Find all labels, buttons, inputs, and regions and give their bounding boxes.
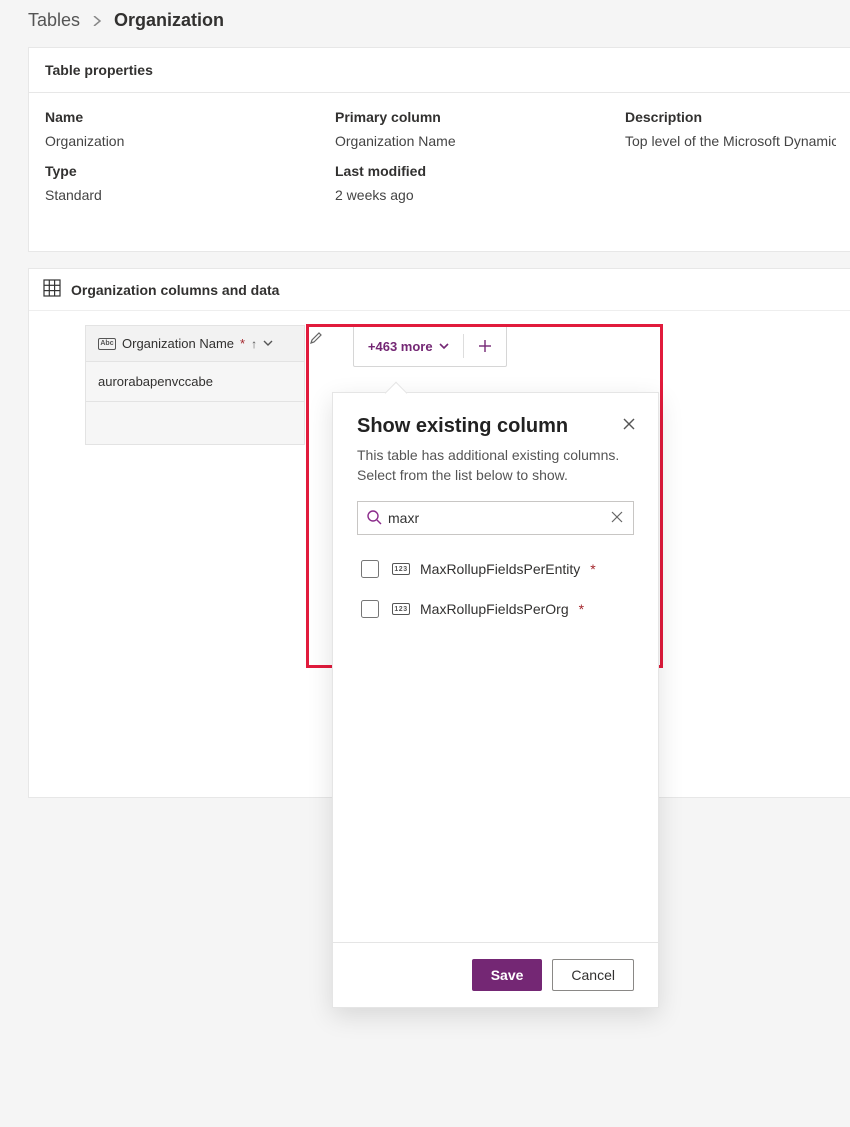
flyout-title: Show existing column — [357, 415, 634, 438]
data-section-title: Organization columns and data — [71, 282, 279, 298]
number-type-icon: 123 — [392, 563, 410, 575]
value-name: Organization — [45, 133, 275, 149]
table-row-empty[interactable] — [85, 401, 305, 445]
breadcrumb: Tables Organization — [28, 10, 850, 31]
column-option-label: MaxRollupFieldsPerEntity — [420, 561, 580, 577]
edit-icon[interactable] — [309, 332, 323, 348]
close-icon — [611, 511, 623, 523]
save-button[interactable]: Save — [472, 959, 543, 991]
table-row[interactable]: aurorabapenvccabe — [85, 361, 305, 401]
column-option[interactable]: 123 MaxRollupFieldsPerOrg * — [357, 589, 634, 629]
clear-search-button[interactable] — [609, 509, 625, 528]
label-last-modified: Last modified — [335, 163, 565, 179]
value-last-modified: 2 weeks ago — [335, 187, 565, 203]
search-icon — [366, 509, 382, 528]
breadcrumb-current: Organization — [114, 10, 224, 31]
chevron-right-icon — [92, 13, 102, 29]
more-columns-label: +463 more — [368, 339, 433, 354]
show-existing-column-flyout: Show existing column This table has addi… — [332, 392, 659, 1008]
column-checkbox[interactable] — [361, 560, 379, 578]
column-option-label: MaxRollupFieldsPerOrg — [420, 601, 569, 617]
required-asterisk: * — [240, 336, 245, 351]
close-icon — [622, 417, 636, 431]
label-primary-column: Primary column — [335, 109, 565, 125]
search-input[interactable] — [382, 510, 609, 526]
cancel-button[interactable]: Cancel — [552, 959, 634, 991]
sort-asc-icon: ↑ — [251, 337, 257, 351]
chevron-down-icon — [439, 339, 449, 354]
number-type-icon: 123 — [392, 603, 410, 615]
text-type-icon: Abc — [98, 338, 116, 350]
value-primary-column: Organization Name — [335, 133, 565, 149]
value-type: Standard — [45, 187, 275, 203]
label-description: Description — [625, 109, 836, 125]
grid-icon — [43, 279, 61, 300]
value-description: Top level of the Microsoft Dynamics 365 … — [625, 133, 836, 149]
close-button[interactable] — [618, 413, 640, 438]
chevron-down-icon[interactable] — [263, 336, 273, 351]
table-properties-card: Table properties Name Organization Type … — [28, 47, 850, 252]
more-columns-button[interactable]: +463 more — [354, 326, 463, 366]
card-title: Table properties — [29, 48, 850, 93]
label-type: Type — [45, 163, 275, 179]
label-name: Name — [45, 109, 275, 125]
add-column-button[interactable] — [464, 326, 506, 366]
search-box[interactable] — [357, 501, 634, 535]
column-header-organization-name[interactable]: Abc Organization Name * ↑ — [85, 325, 305, 361]
column-header-label: Organization Name — [122, 336, 234, 351]
column-option[interactable]: 123 MaxRollupFieldsPerEntity * — [357, 549, 634, 589]
flyout-description: This table has additional existing colum… — [357, 446, 634, 485]
more-columns-pill: +463 more — [353, 325, 507, 367]
column-checkbox[interactable] — [361, 600, 379, 618]
breadcrumb-root[interactable]: Tables — [28, 10, 80, 31]
required-asterisk: * — [579, 601, 584, 617]
required-asterisk: * — [590, 561, 595, 577]
